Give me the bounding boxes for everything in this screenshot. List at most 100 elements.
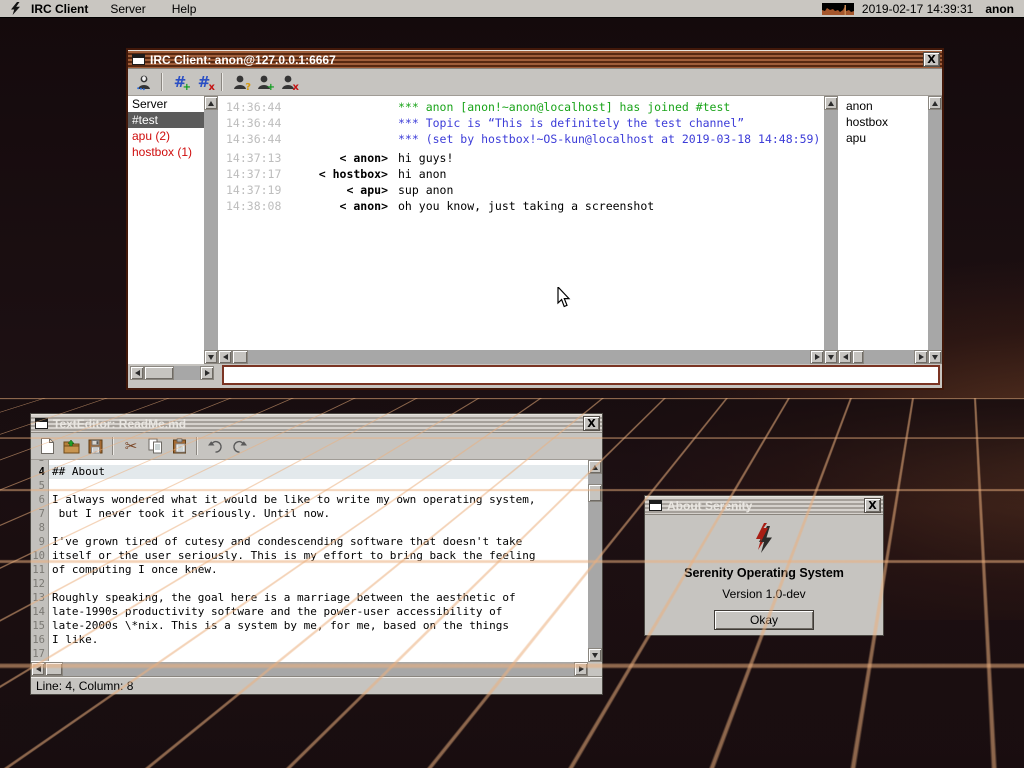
current-user: anon (985, 2, 1014, 16)
menu-help[interactable]: Help (172, 2, 197, 16)
message-nick (284, 131, 388, 147)
line-number: 7 (31, 507, 49, 521)
app-menu[interactable]: IRC Client (31, 2, 88, 16)
system-menubar: IRC Client Server Help 2019-02-17 14:39:… (0, 0, 1024, 18)
message-timestamp: 14:36:44 (218, 115, 284, 131)
message-nick: < anon> (284, 198, 388, 211)
scroll-up-button[interactable] (204, 96, 218, 110)
message-nick (284, 99, 388, 115)
line-text: late-1990s productivity software and the… (49, 605, 588, 619)
editor-line: 16 I like. (31, 633, 588, 647)
scroll-left-button[interactable] (838, 350, 852, 364)
texteditor-window-title: TextEditor: ReadMe.md (53, 417, 583, 431)
paste-icon[interactable] (167, 435, 191, 457)
channel-list-item[interactable]: Server (128, 96, 204, 112)
message-text: oh you know, just taking a screenshot (388, 198, 654, 211)
scrollbar-thumb[interactable] (588, 484, 602, 502)
scroll-up-button[interactable] (824, 96, 838, 110)
chat-scroll-down-button[interactable] (824, 350, 838, 364)
scrollbar-thumb[interactable] (144, 366, 174, 380)
editor-vertical-scrollbar[interactable] (588, 460, 602, 662)
channel-list-item[interactable]: hostbox (1) (128, 144, 204, 160)
whois-user-icon[interactable]: ? (228, 71, 252, 93)
scroll-up-button[interactable] (928, 96, 942, 110)
cursor-position-status: Line: 4, Column: 8 (36, 679, 133, 693)
close-query-icon[interactable]: x (276, 71, 300, 93)
cut-icon[interactable]: ✂ (119, 435, 143, 457)
scrollbar-thumb[interactable] (852, 350, 864, 364)
scroll-down-button[interactable] (588, 648, 602, 662)
line-text (49, 577, 588, 591)
scroll-right-button[interactable] (200, 366, 214, 380)
redo-icon[interactable] (227, 435, 251, 457)
nick-list-item[interactable]: hostbox (838, 114, 928, 130)
close-button[interactable]: X (864, 498, 881, 513)
scroll-left-button[interactable] (130, 366, 144, 380)
nick-horizontal-scrollbar[interactable] (838, 350, 928, 364)
channel-list-scroll-down-button[interactable] (204, 350, 218, 364)
scrollbar-thumb[interactable] (45, 662, 63, 676)
scroll-up-button[interactable] (588, 460, 602, 474)
channel-list: Server #test apu (2) hostbox (1) (128, 96, 204, 350)
copy-icon[interactable] (143, 435, 167, 457)
message-timestamp: 14:37:17 (218, 166, 284, 179)
channel-list-horizontal-scrollbar[interactable] (130, 366, 214, 380)
scroll-right-button[interactable] (574, 662, 588, 676)
close-button[interactable]: X (583, 416, 600, 431)
cpu-graph-icon[interactable] (822, 3, 854, 15)
new-document-icon[interactable] (35, 435, 59, 457)
irc-client-window: IRC Client: anon@127.0.0.1:6667 X # + # … (126, 48, 944, 390)
message-text: hi guys! (388, 150, 453, 163)
product-name: Serenity Operating System (684, 566, 844, 580)
nick-list-item[interactable]: anon (838, 98, 928, 114)
scroll-left-button[interactable] (218, 350, 232, 364)
scroll-right-button[interactable] (810, 350, 824, 364)
texteditor-titlebar[interactable]: TextEditor: ReadMe.md X (31, 414, 602, 433)
statusbar: Line: 4, Column: 8 (31, 676, 602, 694)
chat-horizontal-scrollbar[interactable] (218, 350, 824, 364)
about-titlebar[interactable]: About Serenity X (645, 496, 883, 515)
line-text: Roughly speaking, the goal here is a mar… (49, 591, 588, 605)
message-text: *** anon [anon!~anon@localhost] has join… (388, 99, 730, 115)
editor-line: 9 I've grown tired of cutesy and condesc… (31, 535, 588, 549)
nick-list-scrollbar[interactable] (928, 96, 942, 350)
chat-input[interactable] (222, 365, 940, 385)
nick-scroll-down-button[interactable] (928, 350, 942, 364)
menu-server[interactable]: Server (110, 2, 145, 16)
nick-list-item[interactable]: apu (838, 130, 928, 146)
open-file-icon[interactable] (59, 435, 83, 457)
chat-message: 14:37:13 < anon> hi guys! (218, 147, 824, 163)
channel-list-item[interactable]: #test (128, 112, 204, 128)
save-file-icon[interactable] (83, 435, 107, 457)
okay-button[interactable]: Okay (714, 610, 814, 630)
open-query-icon[interactable]: + (252, 71, 276, 93)
message-timestamp: 14:37:19 (218, 182, 284, 195)
chat-message: 14:36:44 *** Topic is “This is definitel… (218, 115, 824, 131)
scroll-left-button[interactable] (31, 662, 45, 676)
scroll-right-button[interactable] (914, 350, 928, 364)
serenity-bolt-icon[interactable] (10, 2, 21, 15)
part-channel-icon[interactable]: # x (192, 71, 216, 93)
editor-viewport[interactable]: 3 4 ## About 5 6 I al (31, 460, 588, 662)
user-online-icon[interactable] (132, 71, 156, 93)
irc-window-title: IRC Client: anon@127.0.0.1:6667 (150, 53, 923, 67)
undo-icon[interactable] (203, 435, 227, 457)
join-channel-icon[interactable]: # + (168, 71, 192, 93)
line-number: 4 (31, 465, 49, 479)
channel-list-scrollbar[interactable] (204, 96, 218, 350)
serenity-logo (750, 521, 778, 558)
editor-horizontal-scrollbar[interactable] (31, 662, 588, 676)
editor-line: 13 Roughly speaking, the goal here is a … (31, 591, 588, 605)
line-number: 16 (31, 633, 49, 647)
irc-titlebar[interactable]: IRC Client: anon@127.0.0.1:6667 X (128, 50, 942, 69)
close-button[interactable]: X (923, 52, 940, 67)
editor-line: 8 (31, 521, 588, 535)
clock[interactable]: 2019-02-17 14:39:31 (862, 2, 973, 16)
line-text: I always wondered what it would be like … (49, 493, 588, 507)
chat-scrollbar[interactable] (824, 96, 838, 350)
line-text (49, 479, 588, 493)
line-number: 12 (31, 577, 49, 591)
scrollbar-thumb[interactable] (232, 350, 248, 364)
channel-list-item[interactable]: apu (2) (128, 128, 204, 144)
line-text (49, 647, 588, 661)
